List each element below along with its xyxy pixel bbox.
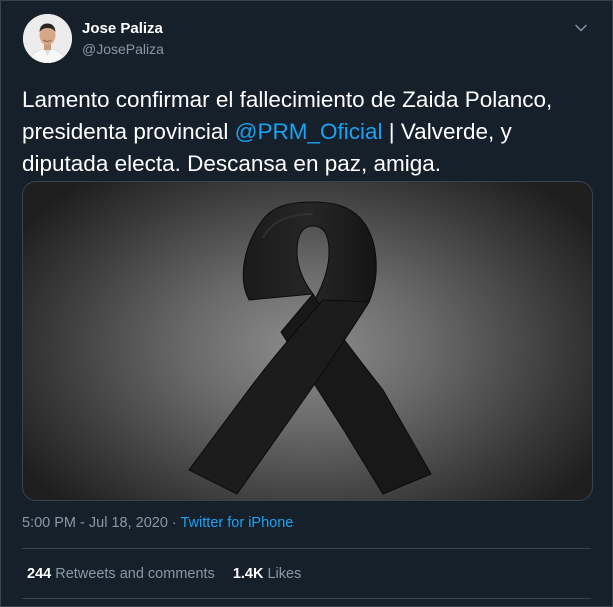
chevron-down-icon[interactable] — [574, 21, 588, 35]
retweets-count: 244 — [27, 566, 52, 582]
tweet-date[interactable]: Jul 18, 2020 — [89, 515, 168, 531]
author-handle[interactable]: @JosePaliza — [82, 41, 164, 57]
author-name[interactable]: Jose Paliza — [82, 20, 163, 37]
retweets-stat[interactable]: 244 Retweets and comments — [27, 566, 215, 582]
tweet-text: Lamento confirmar el fallecimiento de Za… — [22, 84, 592, 180]
tweet-stats: 244 Retweets and comments 1.4K Likes — [27, 566, 301, 582]
avatar-photo — [23, 14, 72, 63]
tweet-image[interactable] — [22, 181, 593, 501]
retweets-label: Retweets and comments — [55, 566, 215, 582]
black-ribbon-image — [188, 201, 432, 495]
likes-count: 1.4K — [232, 566, 264, 582]
divider — [22, 548, 591, 549]
meta-separator: - — [76, 515, 89, 531]
tweet-card: Jose Paliza @JosePaliza Lamento confirma… — [0, 0, 613, 607]
mention-link[interactable]: @PRM_Oficial — [235, 119, 383, 144]
tweet-meta: 5:00 PM - Jul 18, 2020 · Twitter for iPh… — [22, 515, 293, 531]
likes-label: Likes — [267, 566, 302, 582]
tweet-source-link[interactable]: Twitter for iPhone — [181, 515, 294, 531]
likes-stat[interactable]: 1.4K Likes — [233, 566, 302, 582]
meta-separator: · — [167, 515, 181, 531]
tweet-time[interactable]: 5:00 PM — [22, 515, 76, 531]
avatar[interactable] — [23, 14, 72, 63]
divider — [22, 598, 591, 599]
